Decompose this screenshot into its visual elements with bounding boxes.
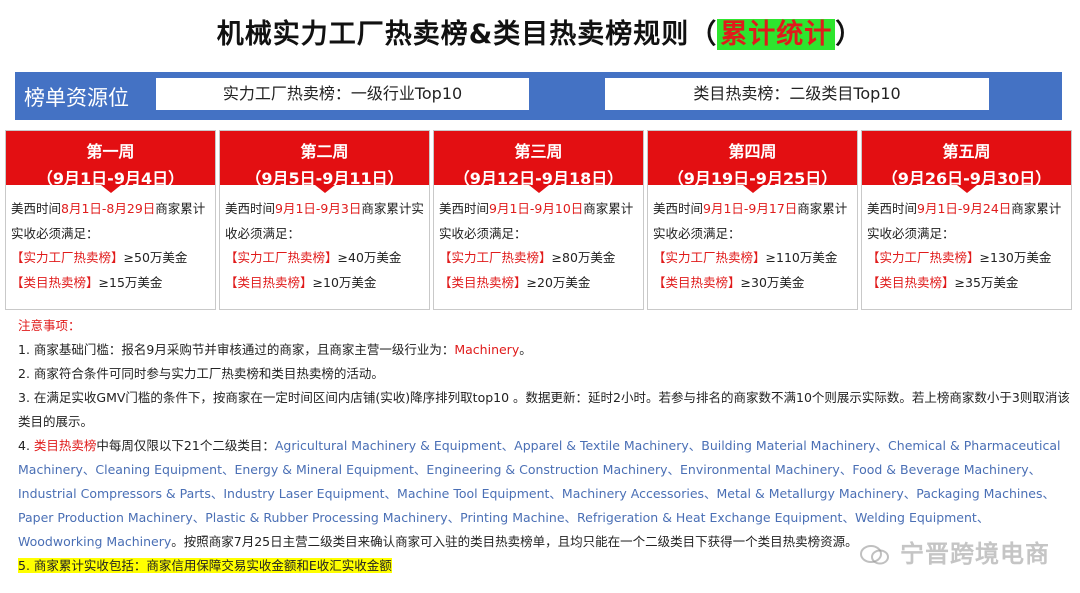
title-highlight: 累计统计 — [717, 19, 836, 50]
week-header: 第一周 （9月1日-9月4日） — [6, 131, 215, 188]
week-body: 美西时间9月1日-9月24日商家累计实收必须满足： 【实力工厂热卖榜】≥130万… — [867, 201, 1062, 290]
watermark: 宁晋跨境电商 — [860, 534, 1050, 569]
week-header: 第四周 （9月19日-9月25日） — [648, 131, 857, 188]
page-title: 机械实力工厂热卖榜&类目热卖榜规则（ 累计统计） — [216, 19, 864, 50]
week-body: 美西时间8月1日-8月29日商家累计实收必须满足： 【实力工厂热卖榜】≥50万美… — [11, 201, 206, 290]
week-header: 第二周 （9月5日-9月11日） — [220, 131, 429, 188]
weeks-row: 第一周 （9月1日-9月4日） 美西时间8月1日-8月29日商家累计实收必须满足：… — [5, 130, 1075, 310]
week-card-4: 第四周 （9月19日-9月25日） 美西时间9月1日-9月17日商家累计实收必须满… — [647, 130, 858, 310]
week-body: 美西时间9月1日-9月17日商家累计实收必须满足： 【实力工厂热卖榜】≥110万… — [653, 201, 848, 290]
wechat-icon — [860, 545, 889, 565]
note-1: 1. 商家基础门槛：报名9月采购节并审核通过的商家，且商家主营一级行业为：Mac… — [18, 342, 532, 357]
week-card-3: 第三周 （9月12日-9月18日） 美西时间9月1日-9月10日商家累计实收必须满… — [433, 130, 644, 310]
week-card-1: 第一周 （9月1日-9月4日） 美西时间8月1日-8月29日商家累计实收必须满足：… — [5, 130, 216, 310]
banner-box-category: 类目热卖榜：二级类目Top10 — [605, 78, 989, 110]
banner-box-factory: 实力工厂热卖榜：一级行业Top10 — [156, 78, 529, 110]
arrow-down-icon — [742, 185, 763, 193]
week-header: 第三周 （9月12日-9月18日） — [434, 131, 643, 188]
note-3: 3. 在满足实收GMV门槛的条件下，按商家在一定时间区间内店铺(实收)降序排列取… — [18, 390, 1070, 429]
week-header: 第五周 （9月26日-9月30日） — [862, 131, 1071, 188]
week-body: 美西时间9月1日-9月10日商家累计实收必须满足： 【实力工厂热卖榜】≥80万美… — [439, 201, 634, 290]
week-card-2: 第二周 （9月5日-9月11日） 美西时间9月1日-9月3日商家累计实收必须满足：… — [219, 130, 430, 310]
week-card-5: 第五周 （9月26日-9月30日） 美西时间9月1日-9月24日商家累计实收必须满… — [861, 130, 1072, 310]
notes-heading: 注意事项： — [18, 318, 81, 333]
arrow-down-icon — [528, 185, 549, 193]
arrow-down-icon — [100, 185, 121, 193]
week-body: 美西时间9月1日-9月3日商家累计实收必须满足： 【实力工厂热卖榜】≥40万美金… — [225, 201, 424, 290]
note-2: 2. 商家符合条件可同时参与实力工厂热卖榜和类目热卖榜的活动。 — [18, 366, 384, 381]
resource-banner: 榜单资源位 实力工厂热卖榜：一级行业Top10 类目热卖榜：二级类目Top10 — [15, 72, 1062, 120]
banner-label: 榜单资源位 — [24, 86, 129, 110]
arrow-down-icon — [314, 185, 335, 193]
arrow-down-icon — [956, 185, 977, 193]
